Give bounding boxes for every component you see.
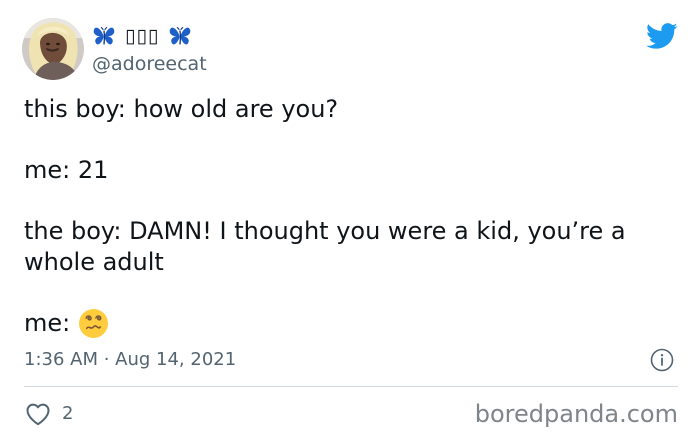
user-block: ▯▯▯ @adoreecat [92, 22, 512, 78]
tweet-text: this boy: how old are you? me: 21 the bo… [24, 94, 678, 348]
tweet-timestamp[interactable]: 1:36 AM · Aug 14, 2021 [24, 346, 236, 374]
tweet-line: me: [24, 308, 109, 339]
tweet-line-prefix: me: [24, 309, 71, 337]
watermark: boredpanda.com [474, 400, 678, 428]
twitter-bird-icon[interactable] [646, 20, 678, 52]
like-button[interactable]: 2 [24, 399, 73, 429]
display-name-row[interactable]: ▯▯▯ [92, 22, 192, 50]
tweet-line: the boy: DAMN! I thought you were a kid,… [24, 217, 626, 276]
tweet-header: ▯▯▯ @adoreecat [22, 18, 678, 82]
timestamp-row: 1:36 AM · Aug 14, 2021 [24, 346, 678, 374]
divider [24, 386, 678, 387]
like-count: 2 [62, 403, 74, 424]
dizzy-face-icon [78, 308, 109, 339]
butterfly-icon [92, 24, 116, 48]
butterfly-icon [168, 24, 192, 48]
tweet-line: me: 21 [24, 156, 109, 184]
info-circle-icon[interactable] [650, 348, 674, 372]
avatar[interactable] [22, 18, 84, 80]
user-handle[interactable]: @adoreecat [92, 52, 207, 76]
display-name[interactable]: ▯▯▯ [125, 24, 159, 48]
tweet-card: ▯▯▯ @adoreecat this boy: how old are you… [0, 0, 700, 442]
heart-outline-icon [24, 400, 52, 428]
tweet-line: this boy: how old are you? [24, 95, 339, 123]
actions-row: 2 boredpanda.com [24, 399, 678, 429]
